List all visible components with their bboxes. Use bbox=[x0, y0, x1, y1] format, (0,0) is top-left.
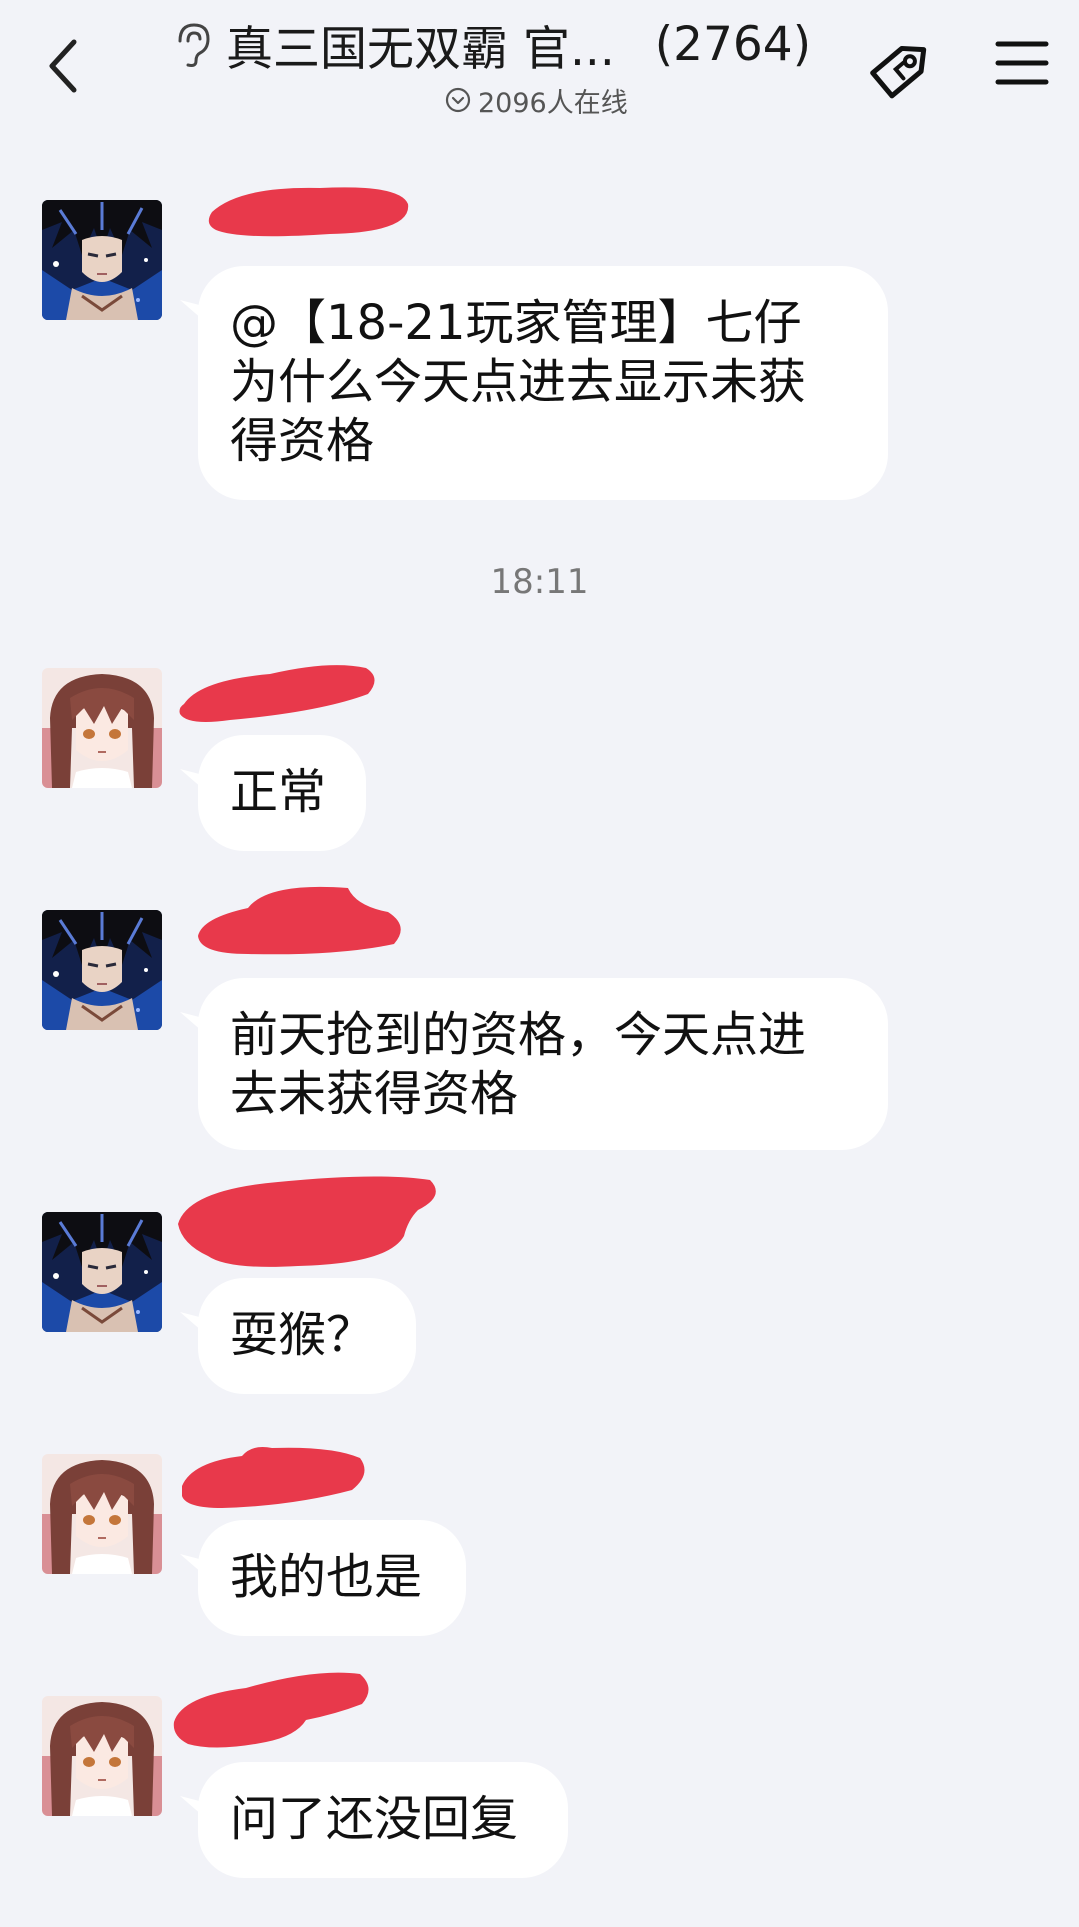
message-text: 正常 bbox=[230, 764, 327, 820]
message-text: 前天抢到的资格，今天点进 去未获得资格 bbox=[230, 1007, 807, 1122]
ear-icon bbox=[178, 23, 210, 67]
message-text: 耍猴？ bbox=[230, 1307, 375, 1363]
chat-title-row[interactable]: 真三国无双霸 官... (2764) bbox=[170, 14, 840, 77]
avatar[interactable] bbox=[42, 910, 162, 1030]
sender-name-redacted[interactable] bbox=[168, 1166, 448, 1276]
message-text: 我的也是 bbox=[230, 1549, 423, 1605]
avatar[interactable] bbox=[42, 668, 162, 788]
member-count: (2764) bbox=[654, 16, 812, 72]
timestamp: 18:11 bbox=[490, 562, 589, 602]
message-bubble[interactable]: 我的也是 bbox=[198, 1520, 466, 1636]
group-name: 真三国无双霸 官... bbox=[226, 21, 615, 77]
chevron-circle-icon bbox=[445, 87, 471, 113]
message-bubble[interactable]: 问了还没回复 bbox=[198, 1762, 568, 1878]
avatar[interactable] bbox=[42, 1212, 162, 1332]
sender-name-redacted[interactable] bbox=[188, 872, 418, 962]
sender-name-redacted[interactable] bbox=[172, 1440, 372, 1520]
avatar[interactable] bbox=[42, 1454, 162, 1574]
avatar[interactable] bbox=[42, 200, 162, 320]
message-bubble[interactable]: 耍猴？ bbox=[198, 1278, 416, 1394]
chat-header: 真三国无双霸 官... (2764) 2096人在线 bbox=[0, 0, 1079, 130]
avatar[interactable] bbox=[42, 1696, 162, 1816]
menu-icon[interactable] bbox=[994, 36, 1050, 90]
tag-icon[interactable] bbox=[866, 30, 940, 104]
sender-name-redacted[interactable] bbox=[166, 1660, 376, 1760]
online-count: 2096人在线 bbox=[478, 87, 628, 119]
message-text: @【18-21玩家管理】七仔 为什么今天点进去显示未获 得资格 bbox=[230, 295, 807, 469]
back-arrow-icon[interactable] bbox=[36, 30, 96, 100]
message-bubble[interactable]: 前天抢到的资格，今天点进 去未获得资格 bbox=[198, 978, 888, 1150]
message-bubble[interactable]: @【18-21玩家管理】七仔 为什么今天点进去显示未获 得资格 bbox=[198, 266, 888, 500]
message-bubble[interactable]: 正常 bbox=[198, 735, 366, 851]
online-status: 2096人在线 bbox=[444, 82, 628, 119]
message-text: 问了还没回复 bbox=[230, 1791, 519, 1847]
sender-name-redacted[interactable] bbox=[170, 654, 390, 734]
sender-name-redacted[interactable] bbox=[200, 176, 420, 246]
